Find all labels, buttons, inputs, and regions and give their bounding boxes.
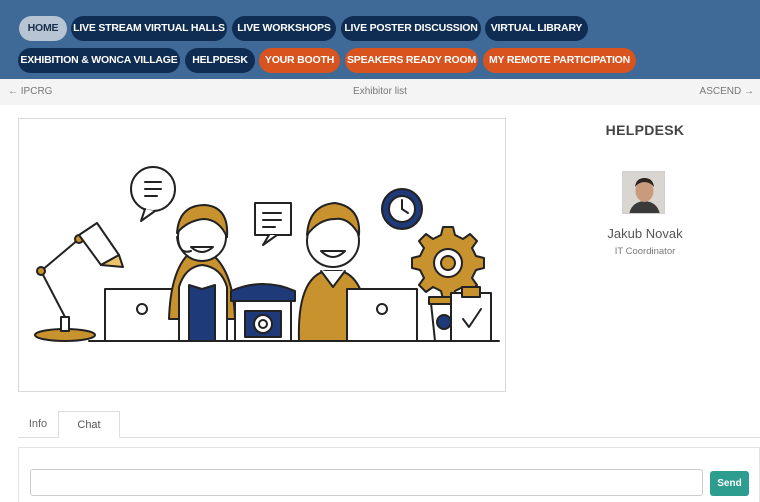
contact-role: IT Coordinator [614, 246, 676, 257]
nav-live-stream-virtual-halls[interactable]: LIVE STREAM VIRTUAL HALLS [71, 16, 227, 41]
chat-panel: Send [18, 447, 760, 502]
send-button[interactable]: Send [710, 471, 749, 496]
nav-speakers-ready-room[interactable]: SPEAKERS READY ROOM [345, 48, 478, 73]
booth-title: HELPDESK [605, 122, 685, 138]
nav-live-poster-discussion[interactable]: LIVE POSTER DISCUSSION [341, 16, 481, 41]
nav-exhibition-wonca-village[interactable]: EXHIBITION & WONCA VILLAGE [18, 48, 180, 73]
tab-info[interactable]: Info [18, 411, 58, 438]
contact-name[interactable]: Jakub Novak [566, 226, 724, 241]
nav-your-booth[interactable]: YOUR BOOTH [259, 48, 340, 73]
person-avatar-icon[interactable] [622, 171, 665, 214]
exhibitor-navigation: ← IPCRG Exhibitor list ASCEND → [0, 79, 760, 105]
booth-tabs: Info Chat [18, 411, 760, 438]
nav-virtual-library[interactable]: VIRTUAL LIBRARY [485, 16, 588, 41]
exhibitor-list-link[interactable]: Exhibitor list [0, 79, 760, 105]
nav-helpdesk[interactable]: HELPDESK [185, 48, 255, 73]
next-exhibitor-link[interactable]: ASCEND → [700, 79, 754, 105]
tab-chat[interactable]: Chat [58, 411, 120, 438]
helpdesk-illustration-icon [34, 166, 500, 342]
booth-image [18, 118, 506, 392]
nav-home[interactable]: HOME [19, 16, 67, 41]
chat-message-input[interactable] [30, 469, 703, 496]
nav-live-workshops[interactable]: LIVE WORKSHOPS [232, 16, 336, 41]
nav-my-remote-participation[interactable]: MY REMOTE PARTICIPATION [483, 48, 636, 73]
top-navigation: HOME LIVE STREAM VIRTUAL HALLS LIVE WORK… [0, 0, 760, 79]
